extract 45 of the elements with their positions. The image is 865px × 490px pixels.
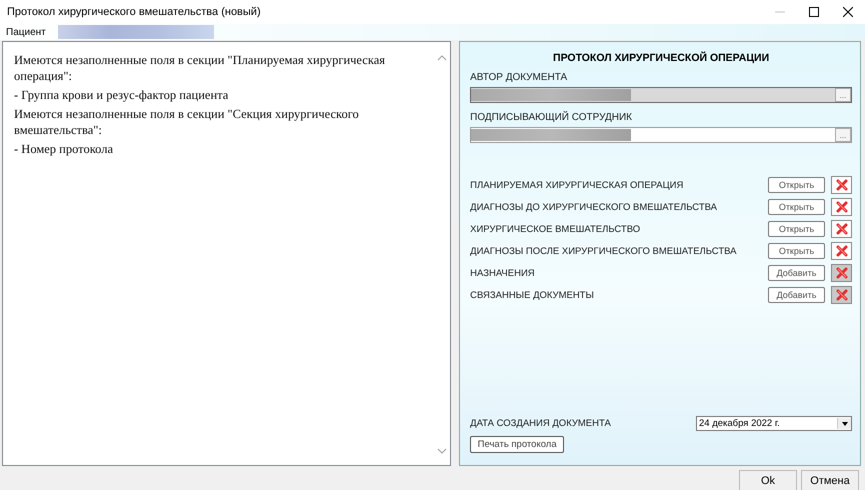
delete-button[interactable] xyxy=(831,220,852,238)
section-label: ПЛАНИРУЕМАЯ ХИРУРГИЧЕСКАЯ ОПЕРАЦИЯ xyxy=(470,180,684,190)
section-label: ХИРУРГИЧЕСКОЕ ВМЕШАТЕЛЬСТВО xyxy=(470,224,642,234)
dialog-button[interactable]: Ok xyxy=(739,470,797,490)
cross-icon xyxy=(836,201,848,213)
scroll-down-icon xyxy=(437,447,448,455)
section-label: ДИАГНОЗЫ ПОСЛЕ ХИРУРГИЧЕСКОГО ВМЕШАТЕЛЬСТВА xyxy=(470,246,738,256)
cross-icon xyxy=(836,179,848,191)
date-label: ДАТА СОЗДАНИЯ ДОКУМЕНТА xyxy=(470,418,612,429)
section-button[interactable]: Добавить xyxy=(768,287,825,303)
scroll-up-icon xyxy=(437,54,448,62)
cross-icon xyxy=(836,223,848,235)
section-button[interactable]: Открыть xyxy=(768,243,825,259)
message-text: - Группа крови и резус-фактор пациента xyxy=(14,87,230,103)
maximize-icon xyxy=(809,7,819,17)
message-text: - Номер протокола xyxy=(14,141,114,157)
dropdown-arrow-icon xyxy=(840,420,848,426)
dialog-button[interactable]: Отмена xyxy=(801,470,859,490)
cross-icon xyxy=(836,267,848,279)
cross-icon xyxy=(836,245,848,257)
cross-icon xyxy=(836,289,848,301)
message-text: Имеются незаполненные поля в секции "Секция хирургического вмешательства": xyxy=(14,106,360,138)
section-button[interactable]: Открыть xyxy=(768,221,825,237)
section-button[interactable]: Добавить xyxy=(768,265,825,281)
browse-button[interactable]: ... xyxy=(835,128,851,142)
browse-button[interactable]: ... xyxy=(835,88,851,102)
input-field[interactable]: ... xyxy=(470,87,852,103)
print-button[interactable]: Печать протокола xyxy=(470,436,564,453)
delete-button[interactable] xyxy=(831,198,852,216)
field-label: ПОДПИСЫВАЮЩИЙ СОТРУДНИК xyxy=(470,112,633,123)
form-title: ПРОТОКОЛ ХИРУРГИЧЕСКОЙ ОПЕРАЦИИ xyxy=(552,50,770,66)
delete-button[interactable] xyxy=(831,176,852,194)
section-label: НАЗНАЧЕНИЯ xyxy=(470,268,536,278)
date-dropdown[interactable]: 24 декабря 2022 г. xyxy=(696,416,852,431)
delete-button[interactable] xyxy=(831,242,852,260)
patient-label: Пациент xyxy=(5,26,47,38)
section-button[interactable]: Открыть xyxy=(768,199,825,215)
section-button[interactable]: Открыть xyxy=(768,177,825,193)
message-text: Имеются незаполненные поля в секции "Планируемая хирургическая операция": xyxy=(14,52,386,84)
field-label: АВТОР ДОКУМЕНТА xyxy=(470,72,568,83)
section-label: СВЯЗАННЫЕ ДОКУМЕНТЫ xyxy=(470,290,595,300)
window-title: Протокол хирургического вмешательства (новый) xyxy=(7,6,262,18)
close-icon xyxy=(843,7,853,17)
section-label: ДИАГНОЗЫ ДО ХИРУРГИЧЕСКОГО ВМЕШАТЕЛЬСТВА xyxy=(470,202,718,212)
input-field[interactable]: ... xyxy=(470,127,852,143)
